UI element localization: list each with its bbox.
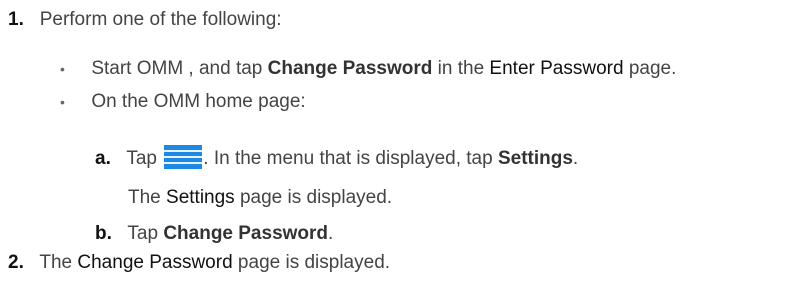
enter-password-page-name: Enter Password (489, 58, 624, 79)
bullet-text-mid: in the (432, 58, 490, 79)
step-2: 2. The Change Password page is displayed… (8, 251, 390, 275)
substep-b: b. Tap Change Password. (95, 222, 333, 246)
substep-text-pre: Tap (126, 148, 163, 169)
step-number: 2. (8, 252, 24, 273)
step-text-post: page is displayed. (232, 252, 391, 273)
bullet-text-pre: Start OMM , and tap (91, 58, 268, 79)
step-text: Perform one of the following: (39, 9, 282, 30)
substep-text-post: . (572, 148, 579, 169)
result-post: page is displayed. (234, 187, 393, 208)
substep-text-pre: Tap (127, 223, 164, 244)
bullet-item-home-page: • On the OMM home page: (60, 90, 306, 114)
substep-letter: a. (95, 148, 111, 169)
substep-letter: b. (95, 223, 112, 244)
substep-a-result: The Settings page is displayed. (128, 186, 392, 210)
bullet-marker: • (60, 61, 65, 77)
bullet-text: On the OMM home page: (91, 91, 306, 112)
result-pre: The (128, 187, 167, 208)
step-number: 1. (8, 9, 24, 30)
menu-icon (164, 145, 203, 169)
step-1: 1. Perform one of the following: (8, 8, 282, 32)
bullet-marker: • (60, 94, 65, 110)
change-password-label: Change Password (163, 223, 329, 244)
change-password-page-name: Change Password (77, 252, 233, 273)
change-password-label: Change Password (267, 58, 433, 79)
substep-text-post: . (328, 223, 334, 244)
bullet-text-post: page. (623, 58, 677, 79)
bullet-item-start-omm: • Start OMM , and tap Change Password in… (60, 57, 676, 81)
settings-label: Settings (497, 148, 573, 169)
substep-text-mid: . In the menu that is displayed, tap (203, 148, 498, 169)
substep-a: a. Tap . In the menu that is displayed, … (95, 145, 578, 171)
settings-page-name: Settings (166, 187, 235, 208)
step-text-pre: The (39, 252, 78, 273)
